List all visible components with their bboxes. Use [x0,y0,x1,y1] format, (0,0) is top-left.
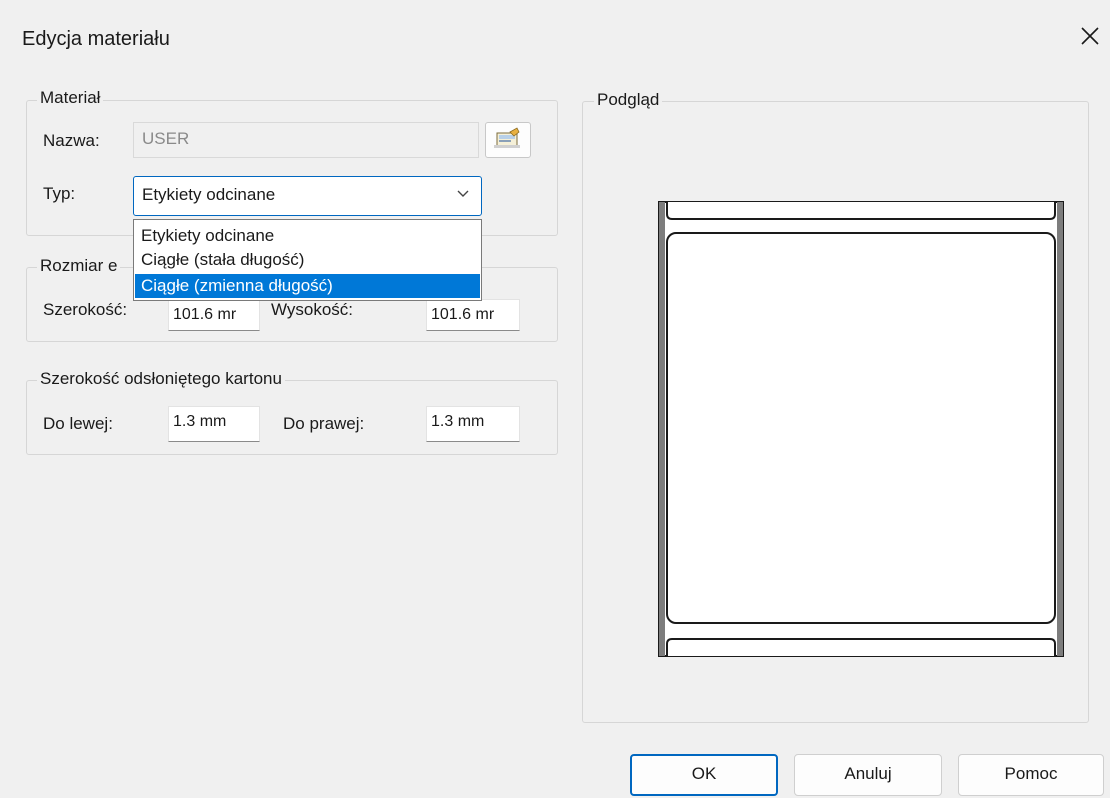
left-liner-input[interactable]: 1.3 mm [168,406,260,442]
type-option[interactable]: Etykiety odcinane [135,224,480,248]
right-liner-input[interactable]: 1.3 mm [426,406,520,442]
material-legend: Materiał [37,88,104,108]
cancel-button[interactable]: Anuluj [794,754,942,796]
label-preview [658,201,1064,657]
type-selected-value: Etykiety odcinane [142,185,276,204]
type-dropdown-list: Etykiety odcinane Ciągłe (stała długość)… [133,219,482,301]
name-field: USER [133,122,479,158]
chevron-down-icon [457,190,469,197]
browse-materials-icon [494,127,520,148]
height-label: Wysokość: [271,300,354,319]
liner-legend: Szerokość odsłoniętego kartonu [37,369,285,389]
preview-legend: Podgląd [594,90,663,110]
type-label: Typ: [43,184,76,203]
type-option[interactable]: Ciągłe (stała długość) [135,248,480,272]
width-label: Szerokość: [43,300,128,319]
browse-materials-button[interactable] [485,122,531,158]
type-option-highlighted[interactable]: Ciągłe (zmienna długość) [135,274,480,298]
width-input[interactable]: 101.6 mr [168,299,260,331]
size-legend: Rozmiar e [37,256,121,276]
height-input[interactable]: 101.6 mr [426,299,520,331]
left-label: Do lewej: [43,414,113,433]
ok-button[interactable]: OK [630,754,778,796]
type-combobox[interactable]: Etykiety odcinane [133,176,482,216]
close-icon[interactable] [1076,22,1104,50]
name-label: Nazwa: [43,131,100,150]
window-title: Edycja materiału [22,28,170,50]
right-label: Do prawej: [283,414,365,433]
help-button[interactable]: Pomoc [958,754,1104,796]
